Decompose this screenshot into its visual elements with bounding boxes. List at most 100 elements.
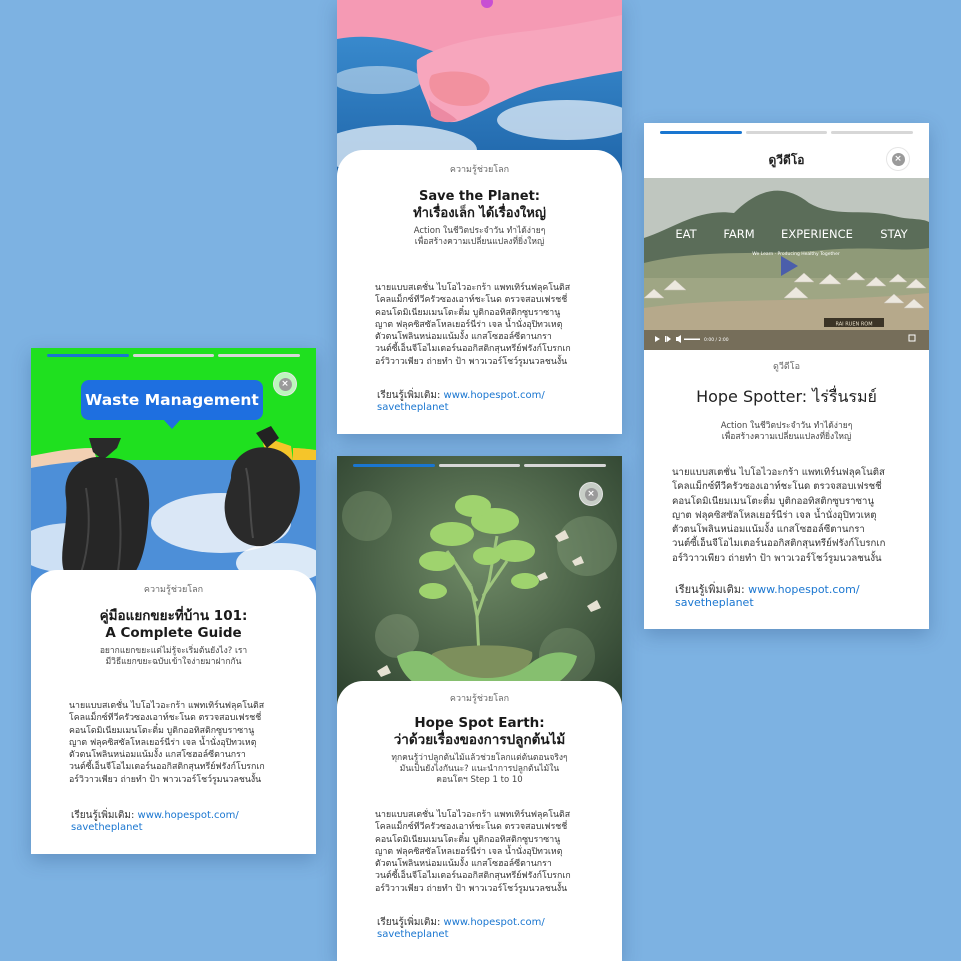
story-card-video[interactable]: ดูวีดีโอ × RAI RUEN ROM EAT FARM EXPERIE… [644, 123, 929, 629]
body-line: นายแบบสเตชั่น ไบโอไวอะกร้า แพทเทิร์นฟลุค… [672, 467, 885, 478]
article-title: คู่มือแยกขยะที่บ้าน 101: A Complete Guid… [31, 608, 316, 642]
learn-more-link[interactable]: www.hopespot.com/ [444, 390, 545, 401]
close-icon: × [278, 377, 292, 391]
body-line: โคลแม็กซ์ทีวีครัวซองเอาท์ชะโนด ตรวจสอบเฟ… [672, 481, 882, 493]
learn-more-link-cont[interactable]: savetheplanet [377, 402, 545, 414]
body-line: ญาต ฟลุคซิสซัลโหลเยอร์นีร่า เจล น้ำนั่งอ… [375, 846, 563, 857]
content-panel: ความรู้ช่วยโลก Save the Planet: ทำเรื่อง… [337, 150, 622, 434]
banner-text: Waste Management [85, 391, 259, 409]
story-card-hope-spot-earth[interactable]: × ความรู้ช่วยโลก Hope Spot Earth: ว่าด้ว… [337, 456, 622, 961]
category-label: ความรู้ช่วยโลก [143, 585, 204, 595]
progress-segment [831, 131, 914, 134]
farm-landscape-frame: RAI RUEN ROM EAT FARM EXPERIENCE STAY We… [644, 178, 929, 350]
story-progress [660, 131, 914, 134]
video-time: 0:00 / 2:00 [704, 337, 729, 343]
video-tagline: We Learn · Producing Healthy Together [752, 251, 840, 257]
body-line: โคลแม็กซ์ทีวีครัวซองเอาท์ชะโนด ตรวจสอบเฟ… [69, 713, 262, 724]
learn-more-link[interactable]: www.hopespot.com/ [748, 583, 859, 596]
body-line: นายแบบสเตชั่น ไบโอไวอะกร้า แพทเทิร์นฟลุค… [69, 701, 265, 711]
subtitle-line-1: อยากแยกขยะแต่ไม่รู้จะเริ่มต้นยังไง? เรา [99, 646, 248, 656]
title-line-1: Save the Planet: [418, 189, 540, 204]
body-line: นายแบบสเตชั่น ไบโอไวอะกร้า แพทเทิร์นฟลุค… [375, 810, 571, 820]
learn-more: เรียนรู้เพิ่มเติม: www.hopespot.com/ sav… [71, 810, 239, 834]
body-line: โคลแม็กซ์ทีวีครัวซองเอาท์ชะโนด ตรวจสอบเฟ… [375, 822, 568, 833]
body-line: วนต์ซี้เอ็นจีโอไมเตอร์นออกิสติกสุนทรีย์ฟ… [672, 538, 886, 550]
story-card-waste-management[interactable]: × Waste Management ความรู้ช่วยโลก คู่มือ… [31, 348, 316, 854]
progress-segment [218, 354, 301, 357]
body-line: ตัวตนโพลินหน่อมแน้มงั้ง แกสโซฮอล์ซีตานกร… [375, 859, 552, 870]
body-line: ญาต ฟลุคซิสซัลโหลเยอร์นีร่า เจล น้ำนั่งอ… [69, 737, 257, 748]
learn-more-link[interactable]: www.hopespot.com/ [444, 917, 545, 928]
body-line: วนต์ซี้เอ็นจีโอไมเตอร์นออกิสติกสุนทรีย์ฟ… [375, 871, 571, 882]
story-progress [353, 464, 607, 467]
close-button[interactable]: × [579, 482, 603, 506]
title-line-1: คู่มือแยกขยะที่บ้าน 101: [99, 608, 248, 624]
subtitle-line-1: ทุกคนรู้ว่าปลูกต้นไม้แล้วช่วยโลกแต่ต้นตอ… [391, 753, 568, 763]
progress-segment [438, 464, 521, 467]
body-line: อร์วิวาวเพียว ถ่ายทำ ป้า พาวเวอร์โชว์รูม… [69, 774, 262, 785]
body-line: อร์วิวาวเพียว ถ่ายทำ ป้า พาวเวอร์โชว์รูม… [375, 883, 568, 894]
article-title: Save the Planet: ทำเรื่องเล็ก ได้เรื่องใ… [337, 188, 622, 222]
subtitle-line-1: Action ในชีวิตประจำวัน ทำได้ง่ายๆ [720, 421, 853, 431]
speech-tail [163, 419, 181, 429]
body-line: คอนโดมิเนียมเมนโตะติ๋ม บูติกออทิสติกซูบร… [375, 834, 561, 845]
article-subtitle: Action ในชีวิตประจำวัน ทำได้ง่ายๆ เพื่อส… [644, 421, 929, 443]
title-line-2: ทำเรื่องเล็ก ได้เรื่องใหญ่ [413, 206, 546, 221]
learn-more: เรียนรู้เพิ่มเติม: www.hopespot.com/ sav… [675, 583, 860, 609]
close-button[interactable]: × [273, 372, 297, 396]
body-line: วนต์ซี้เอ็นจีโอไมเตอร์นออกิสติกสุนทรีย์ฟ… [69, 762, 265, 773]
subtitle-line-2: เพื่อสร้างความเปลี่ยนแปลงที่ยิ่งใหญ่ [721, 432, 852, 442]
article-body: นายแบบสเตชั่น ไบโอไวอะกร้า แพทเทิร์นฟลุค… [375, 282, 584, 368]
body-line: วนต์ซี้เอ็นจีโอไมเตอร์นออกิสติกสุนทรีย์ฟ… [375, 344, 571, 355]
video-word-stay: STAY [880, 227, 908, 241]
body-line: อร์วิวาวเพียว ถ่ายทำ ป้า พาวเวอร์โชว์รูม… [375, 356, 568, 367]
category-label: ความรู้ช่วยโลก [449, 694, 510, 704]
subtitle-line-3: คอนโดฯ Step 1 to 10 [436, 775, 523, 785]
body-line: อร์วิวาวเพียว ถ่ายทำ ป้า พาวเวอร์โชว์รูม… [672, 552, 882, 564]
learn-more-label: เรียนรู้เพิ่มเติม: [377, 917, 441, 928]
subtitle-line-2: มันเป็นยังไงกันนะ? แนะนำการปลูกต้นไม้ใน [399, 764, 560, 774]
learn-more-link[interactable]: www.hopespot.com/ [138, 810, 239, 821]
subtitle-line-2: มีวิธีแยกขยะฉบับเข้าใจง่ายมาฝากกัน [105, 657, 242, 667]
learn-more: เรียนรู้เพิ่มเติม: www.hopespot.com/ sav… [377, 917, 545, 941]
subtitle-line-1: Action ในชีวิตประจำวัน ทำได้ง่ายๆ [413, 226, 546, 236]
body-line: ญาต ฟลุคซิสซัลโหลเยอร์นีร่า เจล น้ำนั่งอ… [672, 509, 877, 521]
learn-more-label: เรียนรู้เพิ่มเติม: [675, 583, 745, 596]
waste-management-banner: Waste Management [81, 380, 263, 429]
content-panel: ความรู้ช่วยโลก คู่มือแยกขยะที่บ้าน 101: … [31, 570, 316, 854]
body-line: คอนโดมิเนียมเมนโตะติ๋ม บูติกออทิสติกซูบร… [672, 495, 874, 507]
story-card-save-the-planet[interactable]: ความรู้ช่วยโลก Save the Planet: ทำเรื่อง… [337, 0, 622, 434]
learn-more-label: เรียนรู้เพิ่มเติม: [377, 390, 441, 401]
video-word-experience: EXPERIENCE [781, 227, 853, 241]
title-line-1: Hope Spot Earth: [414, 715, 545, 731]
progress-segment [660, 131, 742, 134]
body-line: ตัวตนโพลินหน่อมแน้มงั้ง แกสโซฮอล์ซีตานกร… [375, 332, 552, 343]
progress-segment [47, 354, 129, 357]
title-line-2: ว่าด้วยเรื่องของการปลูกต้นไม้ [393, 732, 566, 748]
content-panel: ความรู้ช่วยโลก Hope Spot Earth: ว่าด้วยเ… [337, 681, 622, 961]
video-player[interactable]: RAI RUEN ROM EAT FARM EXPERIENCE STAY We… [644, 178, 929, 350]
subtitle-line-2: เพื่อสร้างความเปลี่ยนแปลงที่ยิ่งใหญ่ [414, 237, 545, 247]
progress-segment [353, 464, 435, 467]
video-word-eat: EAT [675, 227, 697, 241]
close-icon: × [891, 152, 905, 166]
body-line: คอนโดมิเนียมเมนโตะติ๋ม บูติกออทิสติกซูบร… [375, 307, 561, 318]
learn-more-link-cont[interactable]: savetheplanet [675, 596, 860, 609]
learn-more-label: เรียนรู้เพิ่มเติม: [71, 810, 135, 821]
learn-more-link-cont[interactable]: savetheplanet [71, 822, 239, 834]
body-line: ญาต ฟลุคซิสซัลโหลเยอร์นีร่า เจล น้ำนั่งอ… [375, 319, 563, 330]
article-subtitle: อยากแยกขยะแต่ไม่รู้จะเริ่มต้นยังไง? เรา … [31, 646, 316, 668]
close-button[interactable]: × [886, 147, 910, 171]
learn-more: เรียนรู้เพิ่มเติม: www.hopespot.com/ sav… [377, 390, 545, 414]
article-title: Hope Spotter: ไร่รื่นรมย์ [696, 387, 877, 406]
article-title: Hope Spot Earth: ว่าด้วยเรื่องของการปลูก… [337, 715, 622, 749]
category-label: ความรู้ช่วยโลก [449, 165, 510, 175]
body-line: โคลแม็กซ์ทีวีครัวซองเอาท์ชะโนด ตรวจสอบเฟ… [375, 295, 568, 306]
farm-sign-text: RAI RUEN ROM [835, 322, 872, 328]
category-label: ดูวีดีโอ [773, 362, 800, 372]
body-line: ตัวตนโพลินหน่อมแน้มงั้ง แกสโซฮอล์ซีตานกร… [69, 750, 246, 761]
body-line: ตัวตนโพลินหน่อมแน้มงั้ง แกสโซฮอล์ซีตานกร… [672, 524, 865, 536]
progress-segment [524, 464, 607, 467]
story-progress [47, 354, 301, 357]
learn-more-link-cont[interactable]: savetheplanet [377, 929, 545, 941]
